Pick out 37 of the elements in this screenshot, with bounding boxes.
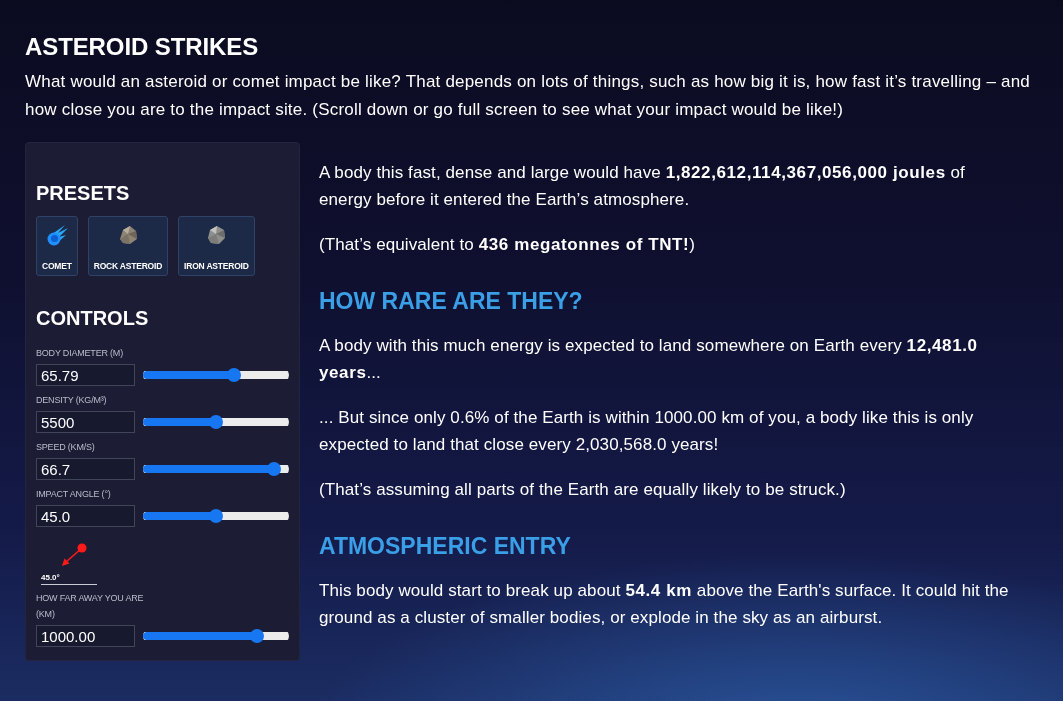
- control-label: DENSITY (KG/M³): [36, 394, 108, 407]
- slider-thumb[interactable]: [209, 509, 223, 523]
- impact-arrow-icon: [60, 542, 88, 568]
- control-label: SPEED (KM/S): [36, 441, 96, 454]
- slider-thumb[interactable]: [209, 415, 223, 429]
- result-paragraph: A body with this much energy is expected to land somewhere on Earth every 12,481.0 years...: [319, 335, 979, 384]
- controls-heading: CONTROLS: [36, 306, 150, 330]
- slider[interactable]: [143, 629, 289, 643]
- presets-heading: PRESETS: [36, 181, 131, 205]
- slider-thumb[interactable]: [227, 368, 242, 382]
- result-paragraph: (That’s assuming all parts of the Earth are equally likely to be struck.): [319, 479, 847, 501]
- slider[interactable]: [143, 415, 289, 429]
- control-label: BODY DIAMETER (M): [36, 347, 124, 360]
- section-heading: HOW RARE ARE THEY?: [319, 287, 584, 316]
- intro-paragraph: What would an asteroid or comet impact be like? That depends on lots of things, such as how big it is, how fast it’s travelling – and how close you are to the impact site. (Scroll down or go full screen to see what your impact would be like!): [25, 71, 1031, 121]
- control-label: IMPACT ANGLE (°): [36, 488, 112, 501]
- section-heading: ATMOSPHERIC ENTRY: [319, 532, 572, 561]
- slider-thumb[interactable]: [249, 629, 264, 643]
- result-paragraph: This body would start to break up about 54.4 km above the Earth's surface. It could hit the ground as a cluster of smaller bodies, or explode in the sky as an airburst.: [319, 580, 1010, 629]
- preset-button[interactable]: ROCK ASTEROID: [87, 216, 169, 276]
- preset-button[interactable]: IRON ASTEROID: [178, 216, 255, 276]
- result-paragraph: A body this fast, dense and large would have 1,822,612,114,367,056,000 joules of energy before it entered the Earth’s atmosphere.: [319, 162, 966, 211]
- value-input[interactable]: 66.7: [36, 458, 135, 480]
- value-input[interactable]: 1000.00: [36, 625, 135, 647]
- value-input[interactable]: 65.79: [36, 364, 135, 386]
- value-input[interactable]: 5500: [36, 411, 135, 433]
- result-paragraph: (That’s equivalent to 436 megatonnes of TNT!): [319, 234, 697, 256]
- slider[interactable]: [143, 462, 289, 476]
- control-label: HOW FAR AWAY YOU ARE (KM): [36, 592, 145, 621]
- preset-button[interactable]: COMET: [36, 216, 78, 276]
- slider-thumb[interactable]: [267, 462, 282, 476]
- value-input[interactable]: 45.0: [36, 505, 135, 527]
- angle-reading: 45.0°: [41, 572, 60, 584]
- slider[interactable]: [143, 509, 289, 523]
- slider[interactable]: [143, 368, 289, 382]
- result-paragraph: ... But since only 0.6% of the Earth is within 1000.00 km of you, a body like this is only expected to land that close every 2,030,568.0 years!: [319, 407, 975, 456]
- page-title: ASTEROID STRIKES: [25, 32, 260, 62]
